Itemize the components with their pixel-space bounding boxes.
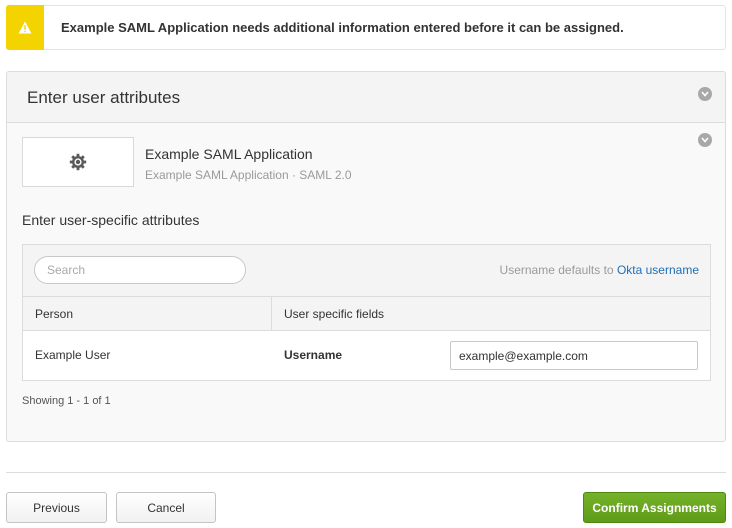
- username-defaults-note: Username defaults to Okta username: [500, 263, 699, 277]
- search-input[interactable]: [34, 256, 246, 284]
- column-header-fields: User specific fields: [284, 307, 385, 321]
- cancel-button[interactable]: Cancel: [116, 492, 216, 523]
- pagination-summary: Showing 1 - 1 of 1: [22, 395, 111, 407]
- table-row: Example User Username: [23, 331, 710, 380]
- column-header-person: Person: [35, 307, 74, 321]
- app-subtitle: Example SAML Application · SAML 2.0: [145, 168, 352, 182]
- defaults-prefix: Username defaults to: [499, 263, 614, 277]
- app-logo: [22, 137, 134, 187]
- user-attributes-panel: Enter user attributes Example SAML Appli: [6, 71, 726, 442]
- column-divider: [271, 297, 272, 331]
- panel-header: Enter user attributes: [7, 72, 725, 123]
- attributes-grid: Username defaults to Okta username Perso…: [22, 244, 711, 381]
- grid-header: Person User specific fields: [23, 297, 710, 331]
- warning-icon: [18, 21, 32, 33]
- app-name: Example SAML Application: [145, 146, 313, 162]
- footer-divider: [6, 472, 726, 473]
- section-label: Enter user-specific attributes: [22, 212, 200, 228]
- app-chevron-down-icon[interactable]: [698, 133, 712, 147]
- alert-message: Example SAML Application needs additiona…: [61, 20, 624, 35]
- gear-icon: [69, 153, 87, 171]
- okta-username-link[interactable]: Okta username: [617, 263, 699, 277]
- username-field[interactable]: [450, 341, 698, 370]
- confirm-assignments-button[interactable]: Confirm Assignments: [583, 492, 726, 523]
- alert-icon-box: [6, 4, 44, 50]
- username-label: Username: [284, 348, 343, 362]
- panel-title: Enter user attributes: [27, 88, 181, 107]
- warning-alert: Example SAML Application needs additiona…: [6, 4, 726, 50]
- person-cell: Example User: [35, 348, 111, 362]
- grid-toolbar: Username defaults to Okta username: [23, 245, 710, 297]
- chevron-down-icon[interactable]: [698, 87, 712, 101]
- previous-button[interactable]: Previous: [6, 492, 107, 523]
